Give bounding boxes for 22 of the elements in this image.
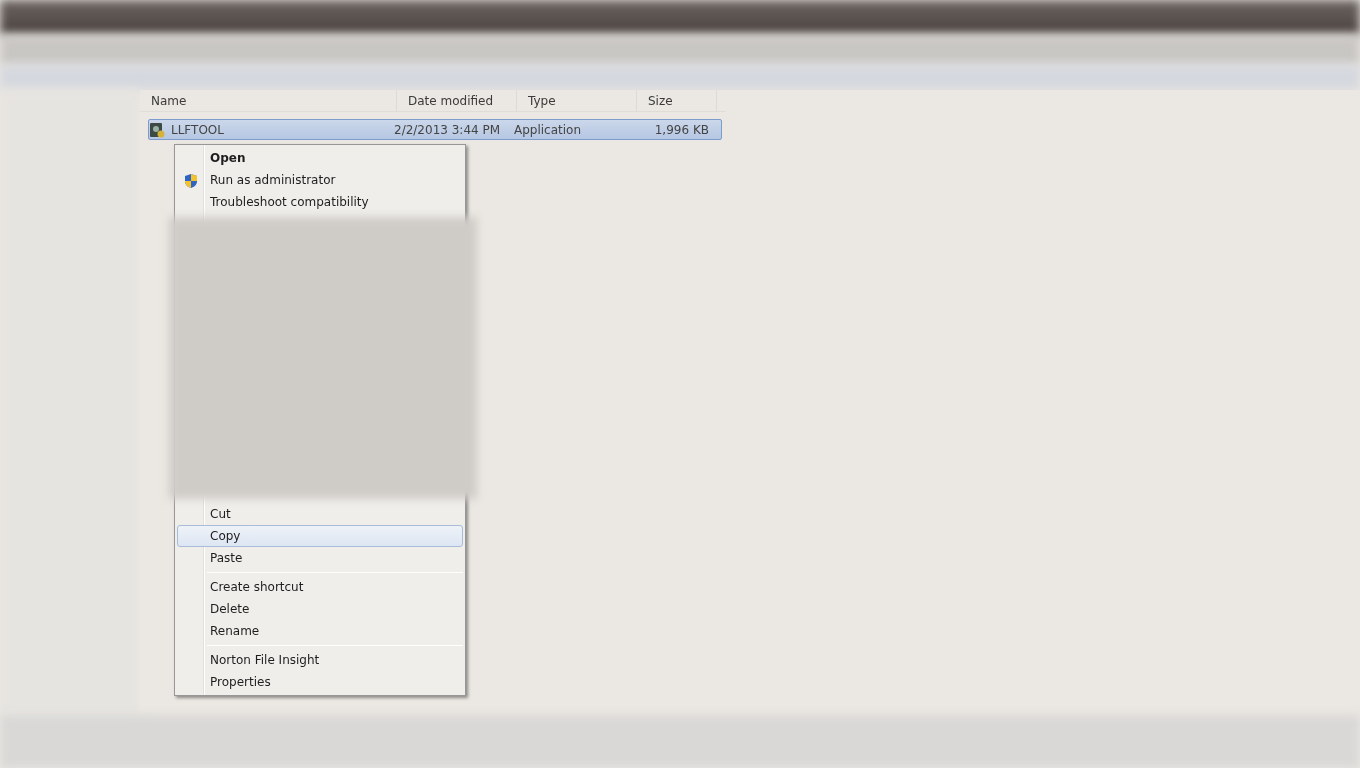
menu-item[interactable]: Open bbox=[177, 147, 463, 169]
file-name: LLFTOOL bbox=[171, 121, 224, 139]
menu-item[interactable]: Paste bbox=[177, 547, 463, 569]
menu-item[interactable]: Create shortcut bbox=[177, 576, 463, 598]
menu-item[interactable]: Norton File Insight bbox=[177, 649, 463, 671]
menu-item[interactable]: Properties bbox=[177, 671, 463, 693]
application-icon bbox=[149, 121, 165, 138]
menu-item[interactable]: Delete bbox=[177, 598, 463, 620]
file-size: 1,996 KB bbox=[653, 121, 709, 139]
menu-item[interactable]: Run as administrator bbox=[177, 169, 463, 191]
date-modified: 2/2/2013 3:44 PM bbox=[394, 121, 502, 139]
column-header[interactable]: Name bbox=[140, 90, 397, 112]
menu-item[interactable]: Troubleshoot compatibility bbox=[177, 191, 463, 213]
file-row[interactable]: LLFTOOL 2/2/2013 3:44 PM Application 1,996 KB bbox=[148, 119, 722, 140]
menu-item[interactable]: Rename bbox=[177, 620, 463, 642]
file-type: Application bbox=[514, 121, 583, 139]
shield-icon bbox=[183, 173, 199, 189]
column-header[interactable]: Size bbox=[637, 90, 717, 112]
menu-item[interactable]: Copy bbox=[177, 525, 463, 547]
menu-item[interactable]: Cut bbox=[177, 503, 463, 525]
column-header[interactable]: Type bbox=[517, 90, 637, 112]
column-header[interactable]: Date modified bbox=[397, 90, 517, 112]
